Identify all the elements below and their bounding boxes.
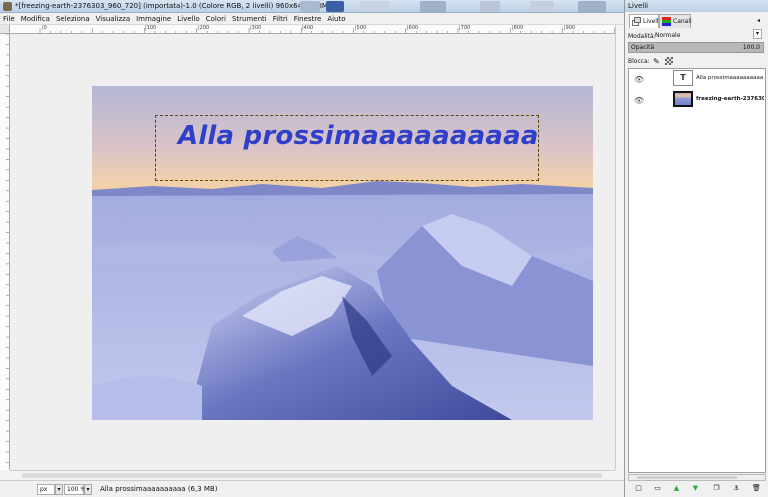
tab-layers[interactable]: Livelli (629, 14, 661, 28)
zoom-select[interactable]: 100 % (64, 484, 86, 495)
delete-layer-icon[interactable]: 🗑 (752, 484, 761, 493)
dock-title-bar: Livelli (625, 0, 768, 12)
duplicate-layer-icon[interactable]: ❐ (712, 484, 721, 493)
layers-icon (632, 17, 641, 26)
menu-colori[interactable]: Colori (206, 15, 226, 23)
mode-dropdown-icon[interactable]: ▾ (753, 29, 762, 39)
mode-select[interactable]: Normale (655, 32, 680, 39)
mode-label: Modalità: (628, 33, 656, 40)
layer-name[interactable]: Alla prossimaaaaaaaaaa (696, 75, 763, 81)
image-window: *[freezing-earth-2376303_960_720] (impor… (0, 0, 624, 497)
title-bar: *[freezing-earth-2376303_960_720] (impor… (0, 0, 624, 13)
tab-layers-label: Livelli (643, 18, 661, 25)
blurred-taskbar (300, 1, 610, 12)
layers-dock: Livelli Livelli Canali ◂ Modalità: Norma… (624, 0, 768, 497)
menu-aiuto[interactable]: Aiuto (327, 15, 345, 23)
vertical-scrollbar[interactable] (615, 25, 624, 470)
lower-layer-icon[interactable]: ▼ (691, 484, 700, 493)
zoom-dropdown-icon[interactable]: ▾ (84, 484, 92, 495)
window-title: *[freezing-earth-2376303_960_720] (impor… (15, 2, 333, 10)
lock-alpha-icon[interactable] (665, 57, 673, 65)
menu-immagine[interactable]: Immagine (136, 15, 171, 23)
dock-title: Livelli (628, 2, 649, 10)
mode-row: Modalità: Normale (628, 32, 766, 40)
ruler-ticks (39, 28, 615, 33)
new-group-icon[interactable]: ▭ (653, 484, 662, 493)
unit-select[interactable]: px (37, 484, 55, 495)
vertical-ruler-ticks (6, 34, 9, 463)
gimp-app-icon (3, 2, 12, 11)
dock-menu-icon[interactable]: ◂ (754, 17, 763, 26)
opacity-slider[interactable]: Opacità 100,0 (628, 42, 764, 53)
menu-modifica[interactable]: Modifica (21, 15, 50, 23)
canvas-text[interactable]: Alla prossimaaaaaaaaaa (178, 121, 539, 151)
status-message: Alla prossimaaaaaaaaaa (6,3 MB) (100, 485, 218, 493)
tab-channels[interactable]: Canali (659, 14, 692, 28)
vertical-ruler[interactable] (0, 34, 10, 470)
raise-layer-icon[interactable]: ▲ (672, 484, 681, 493)
lock-label: Blocca: (628, 58, 650, 65)
canvas-area[interactable]: Alla prossimaaaaaaaaaa (10, 34, 615, 470)
anchor-layer-icon[interactable]: ⚓ (732, 484, 741, 493)
menu-livello[interactable]: Livello (177, 15, 199, 23)
tab-channels-label: Canali (673, 18, 692, 25)
layer-row-text[interactable]: 👁 T Alla prossimaaaaaaaaaa (629, 69, 765, 89)
menu-file[interactable]: File (3, 15, 15, 23)
menu-strumenti[interactable]: Strumenti (232, 15, 267, 23)
layers-scroll-thumb[interactable] (637, 476, 737, 479)
layers-horizontal-scrollbar[interactable] (628, 474, 766, 481)
text-layer-icon: T (673, 70, 693, 86)
menu-bar: File Modifica Seleziona Visualizza Immag… (0, 13, 624, 25)
opacity-value: 100,0 (742, 44, 760, 51)
opacity-label: Opacità (631, 44, 655, 51)
horizontal-scrollbar[interactable] (10, 470, 615, 479)
visibility-eye-icon[interactable]: 👁 (634, 75, 644, 84)
horizontal-ruler[interactable]: |0 |100 |200 |300 |400 |500 |600 |700 |8… (10, 25, 615, 34)
unit-dropdown-icon[interactable]: ▾ (55, 484, 63, 495)
layers-list: 👁 T Alla prossimaaaaaaaaaa 👁 freezing-ea… (628, 68, 766, 473)
status-bar: px ▾ 100 % ▾ Alla prossimaaaaaaaaaa (6,3… (0, 480, 624, 497)
lock-row: Blocca: ✎ (628, 57, 766, 67)
visibility-eye-icon[interactable]: 👁 (634, 96, 644, 105)
quick-mask-toggle[interactable] (0, 25, 10, 34)
menu-finestre[interactable]: Finestre (294, 15, 322, 23)
menu-seleziona[interactable]: Seleziona (56, 15, 90, 23)
horizontal-scroll-thumb[interactable] (22, 473, 602, 478)
channels-icon (662, 17, 671, 26)
lock-pixels-icon[interactable]: ✎ (653, 57, 660, 66)
dock-tabs: Livelli Canali (627, 13, 767, 29)
layers-toolbar: ▢ ▭ ▲ ▼ ❐ ⚓ 🗑 (628, 483, 766, 495)
menu-visualizza[interactable]: Visualizza (96, 15, 130, 23)
menu-filtri[interactable]: Filtri (273, 15, 288, 23)
layer-name[interactable]: freezing-earth-2376303_960_ (696, 96, 764, 102)
new-layer-icon[interactable]: ▢ (634, 484, 643, 493)
text-layer-boundary[interactable]: Alla prossimaaaaaaaaaa (155, 115, 539, 181)
image-layer-thumbnail (673, 91, 693, 107)
layer-row-image[interactable]: 👁 freezing-earth-2376303_960_ (629, 90, 765, 110)
